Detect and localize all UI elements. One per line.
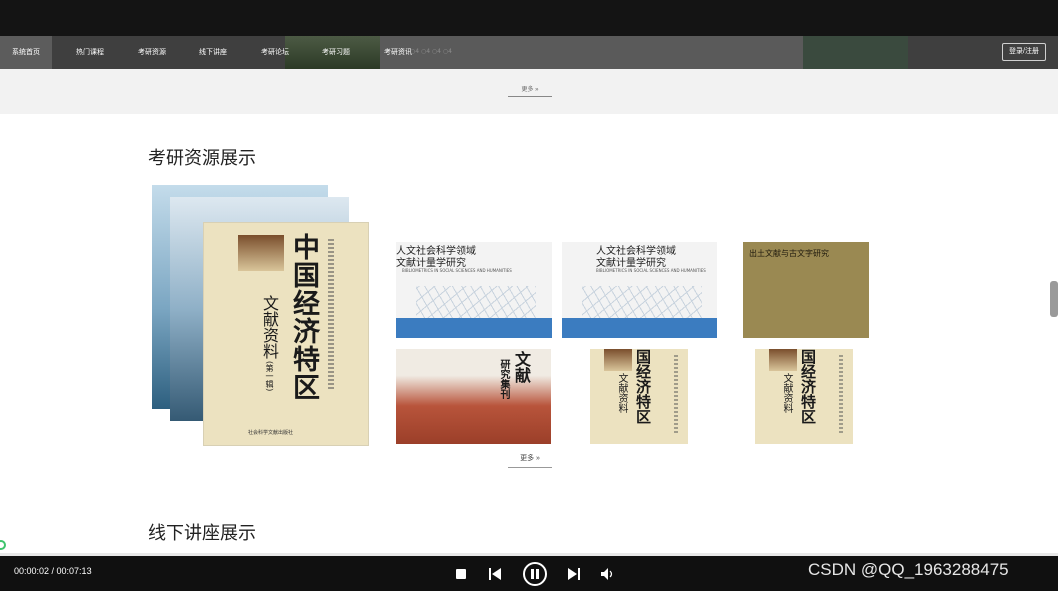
featured-book-publisher: 社会科学文献出版社 <box>248 430 294 436</box>
cover-color-strip <box>238 235 284 271</box>
nav-faint-text: ○4 ○4 ○4 ○4 <box>410 48 452 55</box>
stop-button[interactable] <box>454 556 468 591</box>
nav-item-lectures[interactable]: 线下讲座 <box>199 36 227 69</box>
resources-more-link[interactable]: 更多 » <box>508 453 552 468</box>
cover-small-text <box>839 355 843 435</box>
volume-button[interactable] <box>599 556 615 591</box>
loading-ring-icon <box>0 540 6 550</box>
main-nav: ○4 ○4 ○4 ○4 系统首页 热门课程 考研资源 线下讲座 考研论坛 考研习… <box>0 36 1058 69</box>
nav-background-image-right <box>803 36 908 69</box>
resources-section-title: 考研资源展示 <box>148 148 256 169</box>
cover-blue-band <box>396 318 552 338</box>
cover-color-strip <box>769 349 797 371</box>
cover-color-strip <box>604 349 632 371</box>
book-title: 国经济特区 <box>799 349 817 424</box>
top-black-bar <box>0 0 1058 36</box>
featured-book-cover[interactable]: 中国经济特区 文献资料 (第一辑) 社会科学文献出版社 <box>203 222 369 446</box>
book-subtitle: 文献资料 <box>616 373 627 413</box>
top-more-link[interactable]: 更多 » <box>508 84 552 97</box>
skip-next-icon <box>568 567 580 580</box>
nav-item-forum[interactable]: 考研论坛 <box>261 36 289 69</box>
book-cover-5[interactable]: 国经济特区 文献资料 <box>562 349 717 444</box>
pause-icon <box>523 561 547 586</box>
cover-network-graphic <box>582 286 702 318</box>
volume-icon <box>600 567 612 580</box>
cover-panel: 国经济特区 文献资料 <box>590 349 688 444</box>
book-cover-4[interactable]: 文献 研究集刊 <box>396 349 551 444</box>
book-cover-1[interactable]: 人文社会科学领域 文献计量学研究 BIBLIOMETRICS IN SOCIAL… <box>396 242 552 338</box>
video-time: 00:00:02 / 00:07:13 <box>14 566 92 576</box>
nav-item-home[interactable]: 系统首页 <box>0 36 52 69</box>
video-player-controls: 00:00:02 / 00:07:13 CSDN @QQ_1963288475 <box>0 556 1058 591</box>
book-cover-2[interactable]: 人文社会科学领域 文献计量学研究 BIBLIOMETRICS IN SOCIAL… <box>562 242 717 338</box>
featured-book-volume: (第一辑) <box>265 361 274 392</box>
previous-button[interactable] <box>487 556 503 591</box>
cover-panel: 国经济特区 文献资料 <box>755 349 853 444</box>
book-title-line2: 文献计量学研究 <box>596 258 666 269</box>
book-english-title: BIBLIOMETRICS IN SOCIAL SCIENCES AND HUM… <box>402 268 512 273</box>
stop-icon <box>456 568 466 579</box>
featured-book-title: 中国经济特区 <box>288 233 319 401</box>
book-title: 出土文献与古文字研究 <box>749 249 829 258</box>
book-title-line2: 文献计量学研究 <box>396 258 466 269</box>
csdn-watermark: CSDN @QQ_1963288475 <box>808 560 1009 579</box>
login-register-button[interactable]: 登录/注册 <box>1002 43 1046 61</box>
nav-item-news[interactable]: 考研资讯 <box>384 36 412 69</box>
book-cover-6[interactable]: 国经济特区 文献资料 <box>727 349 882 444</box>
book-title-main: 文献 <box>512 351 531 383</box>
book-subtitle: 文献资料 <box>781 373 792 413</box>
featured-book-subtitle: 文献资料 <box>260 295 279 359</box>
book-title: 国经济特区 <box>634 349 652 424</box>
next-button[interactable] <box>566 556 582 591</box>
skip-previous-icon <box>489 567 501 580</box>
cover-small-text <box>328 239 334 389</box>
cover-blue-band <box>562 318 717 338</box>
nav-item-exercises[interactable]: 考研习题 <box>322 36 350 69</box>
nav-item-resources[interactable]: 考研资源 <box>138 36 166 69</box>
book-title-side: 研究集刊 <box>498 359 509 399</box>
nav-item-courses[interactable]: 热门课程 <box>76 36 104 69</box>
scrollbar-thumb[interactable] <box>1050 281 1058 317</box>
book-english-title: BIBLIOMETRICS IN SOCIAL SCIENCES AND HUM… <box>596 268 706 273</box>
book-cover-3[interactable]: 出土文献与古文字研究 <box>743 242 869 338</box>
cover-small-text <box>674 355 678 435</box>
pause-button[interactable] <box>521 556 549 591</box>
cover-network-graphic <box>416 286 536 318</box>
lectures-section-title: 线下讲座展示 <box>148 523 256 544</box>
